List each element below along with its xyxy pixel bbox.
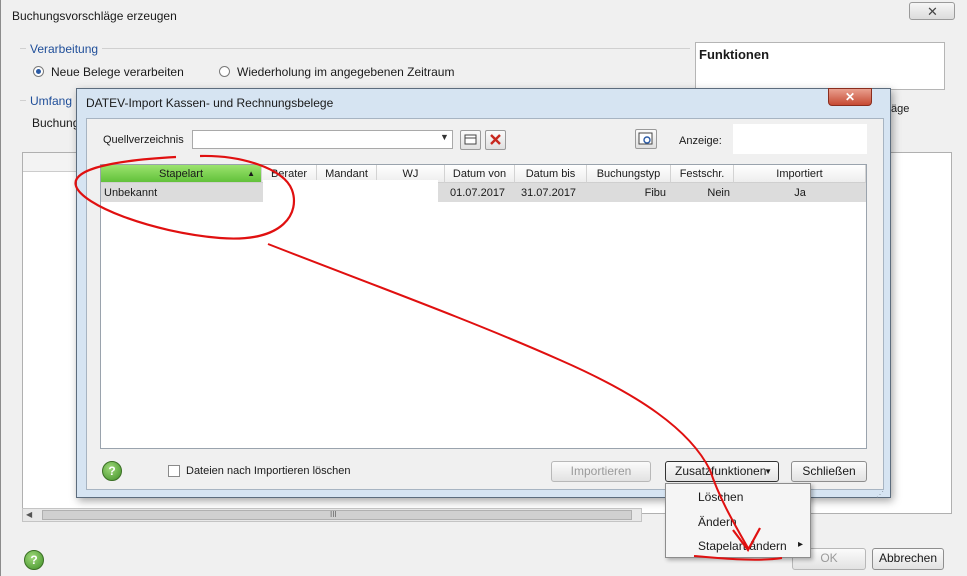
cell-datum-bis[interactable]: 31.07.2017 [521, 184, 576, 202]
background-grid-header [23, 153, 78, 172]
extra-functions-button[interactable]: Zusatzfunktionen ▼ [665, 461, 779, 482]
column-header-datum-von[interactable]: Datum von [445, 165, 515, 183]
scope-group-label: Umfang [26, 94, 77, 108]
chevron-down-icon[interactable]: ▼ [440, 132, 449, 142]
import-dialog-title: DATEV-Import Kassen- und Rechnungsbelege [86, 96, 334, 110]
column-header-importiert[interactable]: Importiert [734, 165, 866, 183]
import-batches-grid[interactable] [100, 164, 867, 449]
browse-folder-button[interactable] [460, 130, 481, 150]
background-scroll-thumb[interactable] [42, 510, 632, 520]
display-label: Anzeige: [679, 135, 722, 147]
delete-x-icon [490, 134, 501, 145]
import-button[interactable]: Importieren [551, 461, 651, 482]
delete-after-import-label: Dateien nach Importieren löschen [186, 465, 351, 477]
cancel-button[interactable]: Abbrechen [872, 548, 944, 570]
processing-group-label: Verarbeitung [26, 42, 103, 56]
display-field[interactable] [733, 124, 867, 154]
folder-window-icon [464, 134, 477, 145]
radio-repeat-period-label: Wiederholung im angegebenen Zeitraum [237, 65, 455, 79]
radio-new-receipts-label: Neue Belege verarbeiten [51, 65, 184, 79]
scroll-left-icon[interactable]: ◀ [26, 510, 32, 519]
cell-buchungstyp[interactable]: Fibu [600, 184, 666, 202]
background-window-title: Buchungsvorschläge erzeugen [12, 9, 177, 23]
background-close-button[interactable]: ✕ [909, 2, 955, 20]
column-header-festschr[interactable]: Festschr. [671, 165, 734, 183]
dialog-help-icon[interactable]: ? [102, 461, 122, 481]
cell-stapelart[interactable]: Unbekannt [104, 184, 157, 202]
background-help-icon[interactable]: ? [24, 550, 44, 570]
magnifier-window-icon [638, 132, 653, 145]
chevron-down-icon: ▼ [764, 467, 772, 476]
source-directory-combobox[interactable] [192, 130, 453, 149]
functions-title: Funktionen [699, 47, 770, 62]
source-directory-label: Quellverzeichnis [103, 134, 184, 146]
processing-group-line [20, 48, 690, 49]
radio-repeat-period[interactable] [219, 66, 230, 77]
menu-item-edit[interactable]: Ändern [698, 515, 737, 529]
cell-importiert[interactable]: Ja [734, 184, 866, 202]
radio-new-receipts[interactable] [33, 66, 44, 77]
sort-ascending-icon: ▲ [247, 169, 255, 178]
column-header-datum-bis[interactable]: Datum bis [515, 165, 587, 183]
redacted-area [263, 180, 438, 210]
column-header-stapelart[interactable]: Stapelart ▲ [101, 165, 262, 183]
menu-item-change-batch-type[interactable]: Stapelart ändern [698, 539, 787, 553]
scroll-grip-icon: III [330, 510, 337, 519]
clear-source-button[interactable] [485, 130, 506, 150]
column-header-buchungstyp[interactable]: Buchungstyp [587, 165, 671, 183]
resize-grip-icon[interactable]: ⋰ [876, 490, 884, 499]
functions-item-fragment: äge [891, 103, 910, 115]
cell-datum-von[interactable]: 01.07.2017 [450, 184, 505, 202]
close-button[interactable]: Schließen [791, 461, 867, 482]
delete-after-import-checkbox[interactable] [168, 465, 180, 477]
close-icon: ✕ [844, 90, 856, 104]
cell-festschr[interactable]: Nein [675, 184, 730, 202]
menu-item-delete[interactable]: Löschen [698, 490, 743, 504]
dialog-close-button[interactable]: ✕ [828, 88, 872, 106]
scope-label: Buchung [32, 116, 80, 130]
submenu-arrow-icon: ▸ [798, 539, 804, 550]
preview-button[interactable] [635, 129, 657, 149]
close-icon: ✕ [927, 4, 938, 19]
